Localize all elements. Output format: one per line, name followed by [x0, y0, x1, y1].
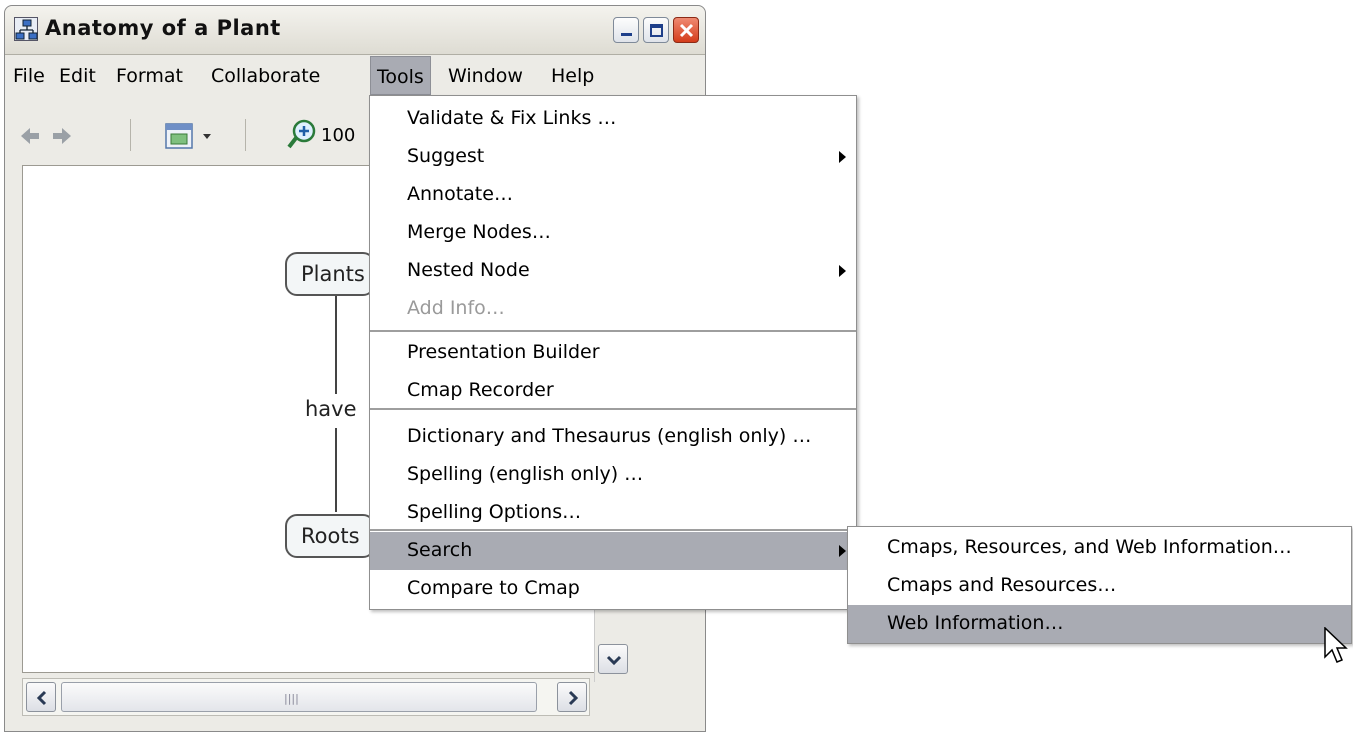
menu-item-annotate[interactable]: Annotate… [370, 176, 856, 214]
menu-help[interactable]: Help [551, 65, 594, 87]
title-bar[interactable]: Anatomy of a Plant [5, 6, 705, 55]
menu-item-label: Cmaps and Resources… [887, 574, 1117, 596]
view-options-button[interactable] [163, 119, 219, 158]
menu-separator [370, 529, 856, 531]
forward-arrow-icon [53, 128, 71, 144]
submenu-item-cmaps-resources[interactable]: Cmaps and Resources… [848, 567, 1351, 605]
window-title: Anatomy of a Plant [45, 16, 281, 40]
menu-file[interactable]: File [13, 65, 45, 87]
menu-item-search[interactable]: Search [370, 532, 856, 570]
chevron-down-icon [606, 655, 622, 666]
link-label-have[interactable]: have [305, 397, 357, 421]
scrollbar-thumb[interactable]: |||| [61, 682, 537, 712]
submenu-arrow-icon [839, 265, 846, 277]
menu-item-label: Cmap Recorder [407, 379, 554, 401]
submenu-arrow-icon [839, 151, 846, 163]
submenu-item-cmaps-resources-web[interactable]: Cmaps, Resources, and Web Information… [848, 529, 1351, 567]
menu-item-label: Merge Nodes… [407, 221, 551, 243]
close-icon [679, 23, 694, 38]
back-arrow-icon [21, 128, 39, 144]
link-line [335, 428, 337, 512]
menu-item-label: Cmaps, Resources, and Web Information… [887, 536, 1292, 558]
menu-item-label: Compare to Cmap [407, 577, 580, 599]
chevron-right-icon [568, 690, 579, 706]
vertical-scrollbar[interactable] [594, 600, 631, 682]
menu-collaborate[interactable]: Collaborate [211, 65, 320, 87]
menu-item-add-info: Add Info… [370, 290, 856, 328]
menu-format[interactable]: Format [116, 65, 183, 87]
chevron-left-icon [36, 690, 47, 706]
zoom-level-field[interactable]: 100 [321, 125, 355, 146]
menu-separator [370, 408, 856, 410]
mouse-pointer-icon [1324, 627, 1348, 663]
menu-window[interactable]: Window [448, 65, 523, 87]
menu-item-label: Presentation Builder [407, 341, 600, 363]
toolbar-divider [245, 119, 246, 151]
menu-item-nested-node[interactable]: Nested Node [370, 252, 856, 290]
close-button[interactable] [673, 17, 699, 43]
scroll-right-button[interactable] [557, 682, 587, 712]
menu-item-label: Suggest [407, 145, 485, 167]
back-button[interactable] [19, 125, 41, 152]
menu-item-merge-nodes[interactable]: Merge Nodes… [370, 214, 856, 252]
menu-item-cmap-recorder[interactable]: Cmap Recorder [370, 372, 856, 410]
menu-separator [370, 330, 856, 332]
scroll-left-button[interactable] [26, 682, 56, 712]
menu-item-validate-fix-links[interactable]: Validate & Fix Links … [370, 100, 856, 138]
horizontal-scrollbar[interactable]: |||| [22, 678, 590, 716]
menu-item-spelling[interactable]: Spelling (english only) … [370, 456, 856, 494]
minimize-icon [621, 33, 632, 36]
app-icon[interactable] [14, 17, 38, 41]
maximize-button[interactable] [643, 17, 669, 43]
scroll-down-button[interactable] [598, 644, 628, 674]
forward-button[interactable] [51, 125, 73, 152]
toolbar-divider [130, 119, 131, 151]
menu-item-label: Spelling (english only) … [407, 463, 644, 485]
grip-icon: |||| [284, 692, 299, 705]
menu-item-label: Search [407, 539, 473, 561]
menu-item-label: Add Info… [407, 297, 505, 319]
menu-item-label: Dictionary and Thesaurus (english only) … [407, 425, 812, 447]
menu-item-label: Annotate… [407, 183, 513, 205]
menu-bar: File Edit Format Collaborate Tools Windo… [5, 55, 705, 99]
menu-item-label: Validate & Fix Links … [407, 107, 617, 129]
menu-item-label: Spelling Options… [407, 501, 582, 523]
zoom-in-icon [287, 119, 316, 149]
view-options-icon [165, 123, 211, 149]
concept-node-plants[interactable]: Plants [285, 252, 375, 296]
maximize-icon [650, 24, 663, 37]
submenu-item-web-information[interactable]: Web Information… [848, 605, 1351, 643]
menu-item-label: Web Information… [887, 612, 1064, 634]
menu-item-label: Nested Node [407, 259, 530, 281]
menu-item-dictionary-thesaurus[interactable]: Dictionary and Thesaurus (english only) … [370, 418, 856, 456]
search-submenu: Cmaps, Resources, and Web Information… C… [847, 526, 1352, 644]
tools-menu: Validate & Fix Links … Suggest Annotate…… [369, 95, 857, 610]
menu-edit[interactable]: Edit [59, 65, 96, 87]
menu-item-spelling-options[interactable]: Spelling Options… [370, 494, 856, 532]
submenu-arrow-icon [839, 545, 846, 557]
menu-item-suggest[interactable]: Suggest [370, 138, 856, 176]
menu-tools[interactable]: Tools [370, 56, 431, 95]
concept-node-roots[interactable]: Roots [285, 514, 375, 558]
zoom-in-button[interactable] [287, 119, 317, 156]
minimize-button[interactable] [613, 17, 639, 43]
link-line [335, 296, 337, 394]
menu-item-presentation-builder[interactable]: Presentation Builder [370, 334, 856, 372]
menu-item-compare-to-cmap[interactable]: Compare to Cmap [370, 570, 856, 608]
